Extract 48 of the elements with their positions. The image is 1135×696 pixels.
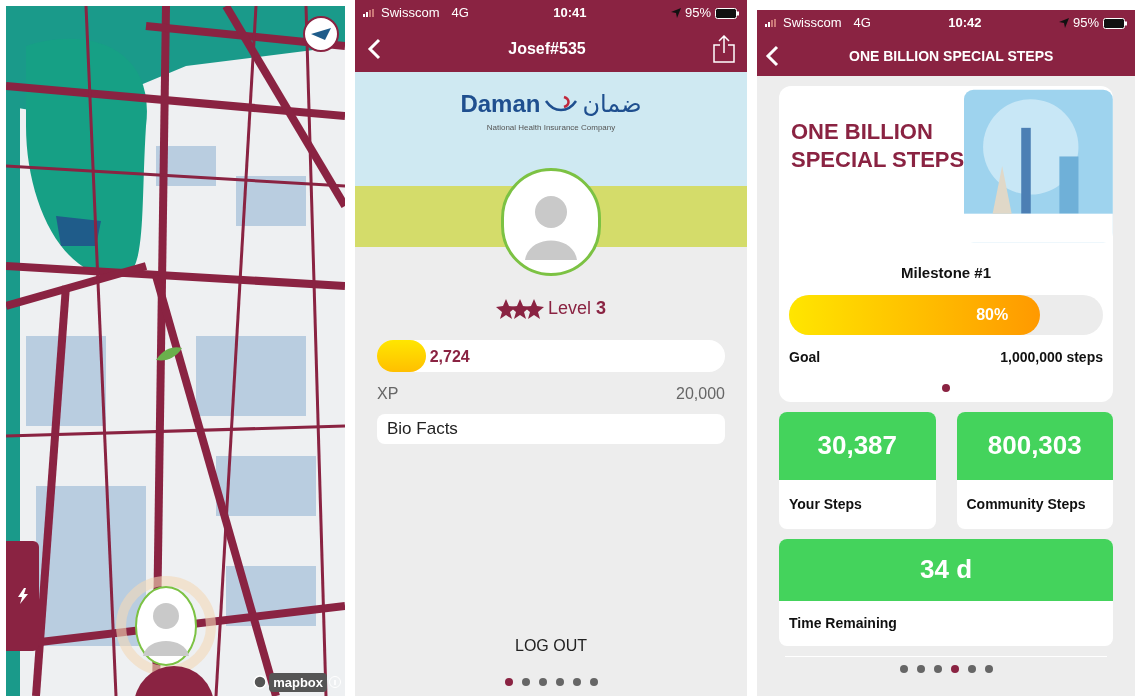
hero-title-line: SPECIAL STEPS	[791, 146, 965, 174]
brand-tagline: National Health Insurance Company	[486, 122, 616, 134]
logout-button[interactable]: LOG OUT	[515, 634, 587, 658]
screen-title: Josef#535	[508, 39, 586, 59]
clock-text: 10:42	[948, 14, 982, 33]
network-text: 4G	[853, 14, 871, 33]
mapbox-logo-icon	[253, 675, 268, 690]
battery-text: 95%	[1072, 14, 1099, 33]
location-arrow-icon	[1058, 18, 1069, 28]
map-attribution[interactable]: mapbox	[269, 672, 327, 692]
stat-value: 800,303	[987, 429, 1082, 462]
wave-logo-icon	[544, 95, 579, 113]
time-label: Time Remaining	[788, 613, 898, 633]
xp-value: 2,724	[429, 347, 470, 367]
carrier-text: Swisscom	[783, 14, 842, 33]
progress-percent: 80%	[976, 304, 1009, 325]
location-arrow-icon	[670, 8, 681, 18]
milestone-title: Milestone #1	[900, 263, 992, 283]
map-pin-icon[interactable]	[156, 346, 182, 362]
lightning-icon	[17, 588, 28, 604]
xp-max-value: 20,000	[676, 384, 725, 404]
stat-label: Community Steps	[965, 494, 1087, 514]
signal-icon	[363, 9, 377, 17]
bio-facts-button[interactable]: Bio Facts	[377, 414, 725, 444]
hero-title-line: ONE BILLION	[791, 118, 934, 146]
time-value: 34 d	[920, 553, 972, 586]
clock-text: 10:41	[553, 4, 587, 23]
network-text: 4G	[451, 4, 469, 23]
signal-icon	[765, 19, 779, 27]
stat-label: Your Steps	[788, 494, 863, 514]
back-icon[interactable]	[765, 45, 779, 67]
map-drawing[interactable]	[6, 6, 345, 696]
back-icon[interactable]	[367, 38, 381, 60]
compass-icon	[311, 28, 331, 40]
brand-logo-arabic-text: ضمان	[582, 89, 642, 120]
battery-text: 95%	[684, 4, 711, 23]
carrier-text: Swisscom	[381, 4, 440, 23]
screen-title: ONE BILLION SPECIAL STEPS	[849, 46, 1054, 66]
share-icon[interactable]	[713, 35, 735, 63]
xp-label: XP	[377, 384, 399, 404]
avatar-silhouette-icon	[135, 586, 197, 666]
battery-icon	[715, 7, 739, 19]
stat-value: 30,387	[817, 429, 897, 462]
goal-label: Goal	[789, 347, 821, 367]
battery-icon	[1103, 17, 1127, 29]
goal-value: 1,000,000 steps	[1000, 347, 1103, 367]
level-text: Level 3	[547, 297, 607, 320]
brand-logo-text: Daman	[460, 89, 541, 119]
